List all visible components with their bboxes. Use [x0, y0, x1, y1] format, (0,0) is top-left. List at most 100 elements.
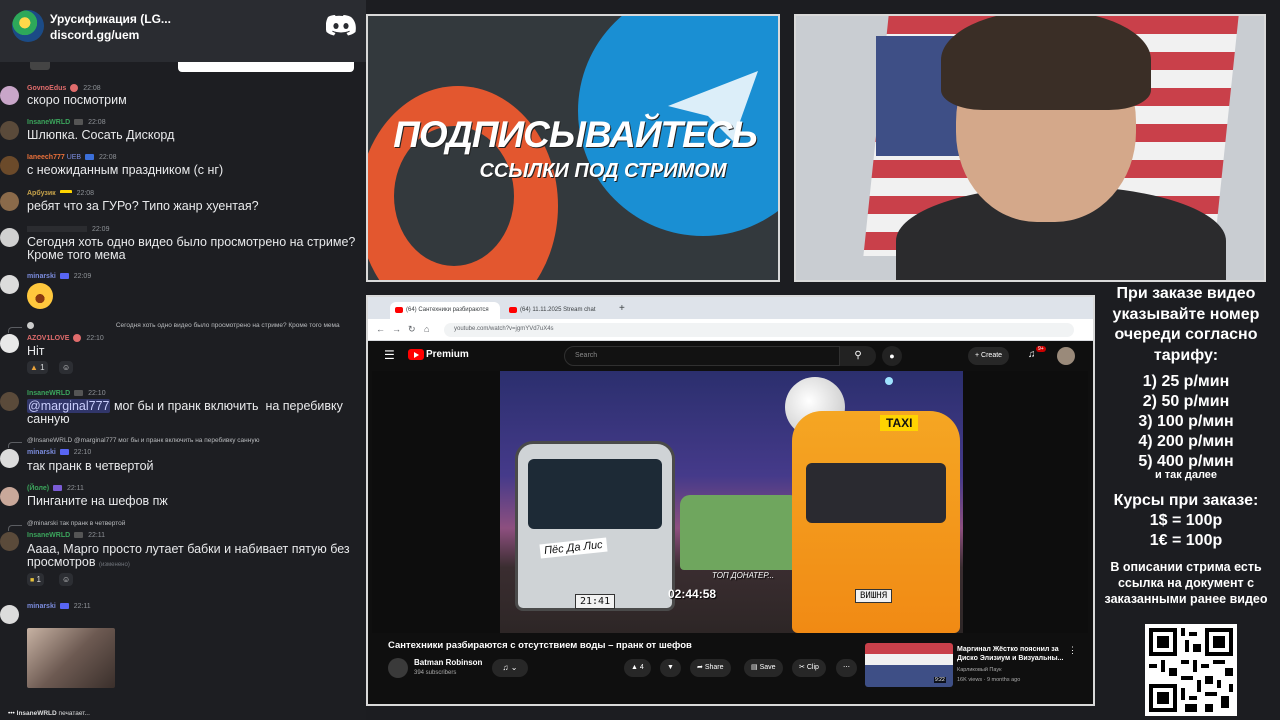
- typing-text: печатает...: [58, 710, 90, 717]
- message-header: 22:09: [27, 226, 109, 233]
- flag-badge-icon: [59, 190, 72, 197]
- username[interactable]: minarski: [27, 273, 56, 280]
- username[interactable]: InsaneWRLD: [27, 532, 70, 539]
- cut-off-emote: [30, 62, 50, 70]
- scissors-icon: ✂: [799, 664, 805, 671]
- user-avatar[interactable]: [0, 192, 19, 211]
- laughing-emoji-icon: [27, 283, 53, 309]
- user-avatar[interactable]: [0, 334, 19, 353]
- channel-avatar[interactable]: [388, 658, 408, 678]
- search-input[interactable]: Search: [564, 346, 840, 366]
- create-button[interactable]: + Create: [968, 347, 1010, 365]
- address-bar[interactable]: youtube.com/watch?v=jgmYVd7uX4s: [444, 323, 1074, 337]
- gif-attachment[interactable]: [27, 628, 115, 688]
- add-reaction-button[interactable]: ☺: [59, 573, 74, 586]
- qr-code: [1145, 624, 1237, 716]
- user-avatar[interactable]: [0, 156, 19, 175]
- timestamp: 22:09: [91, 226, 110, 233]
- save-icon: ▤: [751, 664, 758, 671]
- recommended-video-duration: 9:22: [934, 677, 946, 683]
- video-title: Сантехники разбираются с отсутствием вод…: [388, 640, 692, 651]
- username[interactable]: Ianeech777: [27, 154, 65, 161]
- message-header: minarski 22:10: [27, 449, 91, 456]
- forward-icon[interactable]: →: [392, 324, 401, 334]
- message-header: minarski 22:09: [27, 273, 91, 280]
- reply-preview[interactable]: Сегодня хоть одно видео было просмотрено…: [27, 322, 340, 329]
- message-text: Сегодня хоть одно видео было просмотрено…: [27, 235, 359, 262]
- user-avatar[interactable]: [0, 86, 19, 105]
- share-icon: ➦: [697, 664, 703, 671]
- browser-tab-active[interactable]: (64) Сантехники разбираются: [390, 302, 500, 319]
- user-avatar[interactable]: [0, 532, 19, 551]
- recommended-video-channel[interactable]: Карликовый Паук: [957, 667, 1002, 673]
- youtube-logo[interactable]: Premium: [408, 349, 469, 360]
- user-avatar[interactable]: [0, 275, 19, 294]
- reaction-emoji-icon: ▲: [30, 363, 38, 372]
- menu-icon[interactable]: ☰: [384, 348, 395, 362]
- more-options-icon[interactable]: ⋮: [1068, 645, 1077, 656]
- tariff-item: 2) 50 р/мин: [1142, 393, 1230, 410]
- home-icon[interactable]: ⌂: [424, 324, 429, 334]
- more-actions-button[interactable]: ⋯: [836, 659, 857, 677]
- back-icon[interactable]: ←: [376, 324, 385, 334]
- username[interactable]: (Йоле): [27, 485, 49, 492]
- username[interactable]: minarski: [27, 449, 56, 456]
- user-avatar[interactable]: [0, 605, 19, 624]
- subscriber-count: 394 subscribers: [414, 670, 457, 676]
- username[interactable]: InsaneWRLD: [27, 390, 70, 397]
- add-reaction-button[interactable]: ☺: [59, 361, 74, 374]
- badge-icon: [74, 390, 84, 397]
- user-avatar[interactable]: [0, 121, 19, 140]
- microphone-icon[interactable]: ●: [882, 346, 902, 366]
- user-avatar[interactable]: [0, 228, 19, 247]
- reply-preview[interactable]: @InsaneWRLD @marginal777 мог бы и пранк …: [27, 437, 259, 444]
- jeep-plate: 21:41: [575, 594, 616, 609]
- username[interactable]: minarski: [27, 603, 56, 610]
- new-tab-button[interactable]: +: [619, 303, 625, 314]
- top-donater-caption: ТОП ДОНАТЕР...: [712, 571, 775, 580]
- browser-tab-strip: (64) Сантехники разбираются (64) 11.11.2…: [368, 297, 1093, 319]
- share-button[interactable]: ➦ Share: [690, 659, 731, 677]
- username[interactable]: GovnoEdus: [27, 85, 66, 92]
- subscription-bell-button[interactable]: ♫ ⌄: [492, 659, 528, 677]
- tariff-item: 1) 25 р/мин: [1142, 373, 1230, 390]
- order-instructions: При заказе видео указывайте номер очеред…: [1112, 285, 1260, 364]
- username[interactable]: Арбузик: [27, 190, 56, 197]
- user-avatar[interactable]: [0, 487, 19, 506]
- timestamp: 22:10: [73, 449, 92, 456]
- reply-preview[interactable]: @minarski так пранк в четвертой: [27, 520, 125, 527]
- tariff-etc: и так далее: [1154, 469, 1218, 481]
- notifications-icon[interactable]: ♫: [1028, 349, 1036, 360]
- order-info-panel: При заказе видео указывайте номер очеред…: [1100, 282, 1280, 720]
- username[interactable]: InsaneWRLD: [27, 119, 70, 126]
- clip-button[interactable]: ✂ Clip: [792, 659, 826, 677]
- server-invite-link[interactable]: discord.gg/uem: [50, 28, 139, 42]
- stream-timer: 02:44:58: [668, 587, 717, 601]
- tariff-item: 4) 200 р/мин: [1138, 433, 1234, 450]
- stream-description-note: В описании стрима есть ссылка на докумен…: [1104, 560, 1268, 606]
- user-avatar[interactable]: [0, 392, 19, 411]
- discord-chat-overlay: Урусификация (LG... discord.gg/uem Govno…: [0, 0, 366, 720]
- username[interactable]: AZOV1LOVE: [27, 335, 69, 342]
- typing-indicator: ••• InsaneWRLD печатает...: [8, 710, 90, 717]
- youtube-favicon-icon: [509, 307, 517, 313]
- discord-logo-icon: [326, 15, 356, 36]
- recommended-video-title[interactable]: Маргинал Жёстко пояснил за Диско Элизиум…: [957, 645, 1067, 663]
- badge-icon: [74, 119, 84, 126]
- search-icon[interactable]: ⚲: [840, 346, 876, 366]
- video-player[interactable]: Пёс Да Лис 21:41 TAXI ВИШНЯ ТОП ДОНАТЕР.…: [372, 371, 1088, 633]
- reaction-pill[interactable]: ▲ 1: [27, 361, 48, 374]
- dislike-button[interactable]: ▼: [660, 659, 681, 677]
- reload-icon[interactable]: ↻: [408, 324, 416, 335]
- account-avatar[interactable]: [1057, 347, 1075, 365]
- channel-name[interactable]: Batman Robinson: [414, 658, 482, 667]
- promo-subtitle: ССЫЛКИ ПОД СТРИМОМ: [479, 160, 727, 182]
- like-button[interactable]: ▲ 4: [624, 659, 651, 677]
- save-button[interactable]: ▤ Save: [744, 659, 783, 677]
- user-avatar[interactable]: [0, 449, 19, 468]
- thumbs-down-icon: ▼: [667, 664, 674, 671]
- badge-icon: [59, 273, 69, 280]
- browser-tab[interactable]: (64) 11.11.2025 Stream chat: [504, 302, 614, 319]
- reaction-pill[interactable]: ■ 1: [27, 573, 44, 586]
- promo-panel: ПОДПИСЫВАЙТЕСЬ ССЫЛКИ ПОД СТРИМОМ: [366, 14, 780, 282]
